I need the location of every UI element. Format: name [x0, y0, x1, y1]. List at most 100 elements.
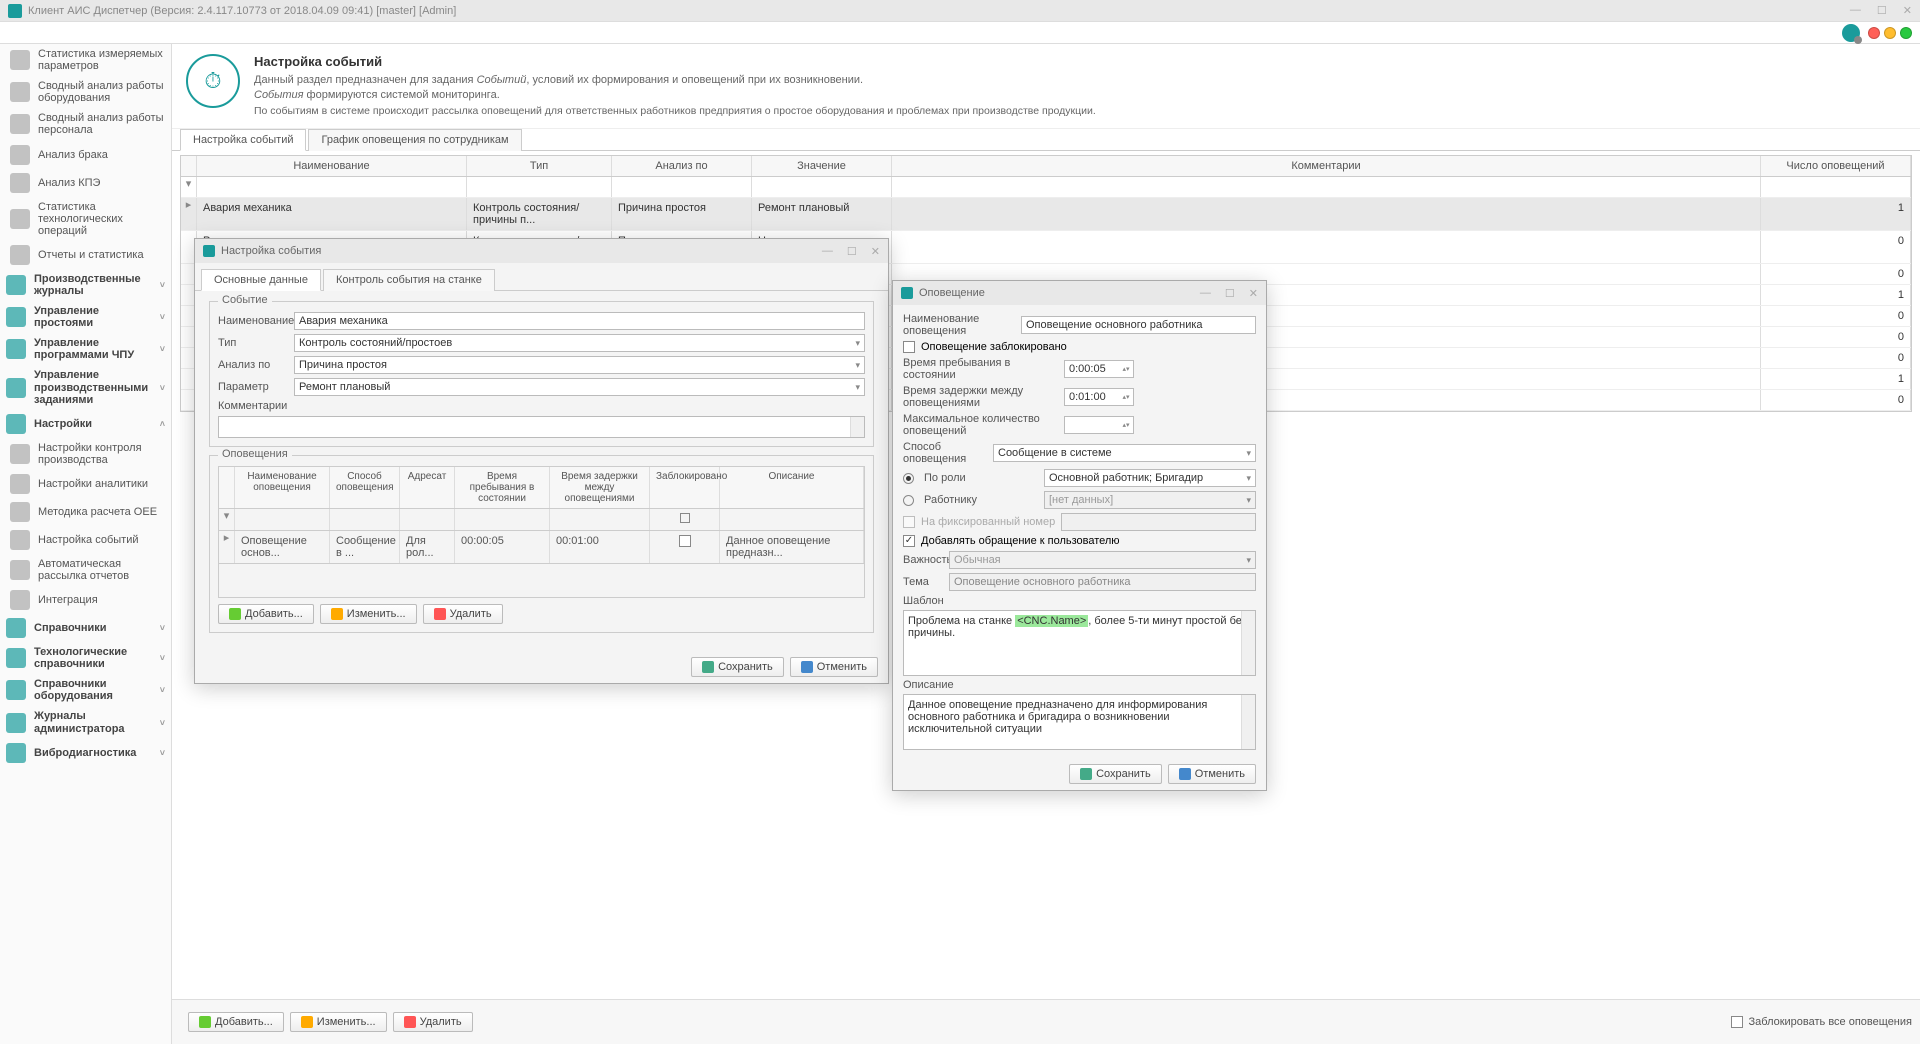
tab-event-settings[interactable]: Настройка событий	[180, 129, 306, 151]
page-footer: Добавить... Изменить... Удалить Заблокир…	[172, 999, 1920, 1044]
notif-template-textarea[interactable]: Проблема на станке <CNC.Name>, более 5-т…	[903, 610, 1256, 676]
sidebar-subitem[interactable]: Автоматическая рассылка отчетов	[0, 554, 171, 586]
dlg-delete-button[interactable]: Удалить	[423, 604, 503, 624]
edit-button[interactable]: Изменить...	[290, 1012, 387, 1032]
chevron-down-icon: ˅	[160, 280, 165, 290]
dlg2-min-icon[interactable]: —	[1200, 287, 1211, 300]
filter-blocked-icon	[680, 513, 690, 523]
page-desc-1: Данный раздел предназначен для задания С…	[254, 73, 1096, 88]
report-icon	[10, 245, 30, 265]
user-icon[interactable]	[1842, 24, 1860, 42]
page-header: ⏱ Настройка событий Данный раздел предна…	[172, 44, 1920, 129]
sidebar-item[interactable]: Статистика технологических операций	[0, 197, 171, 241]
notif-blocked-checkbox[interactable]	[903, 341, 915, 353]
inner-filter-row[interactable]: ▾	[218, 509, 865, 531]
table-row[interactable]: ▸ Авария механика Контроль состояния/при…	[181, 198, 1911, 231]
notif-importance-select: Обычная	[949, 551, 1256, 569]
subitem-icon	[10, 502, 30, 522]
sidebar-item[interactable]: Статистика измеряемых параметров	[0, 44, 171, 76]
notif-appeal-checkbox[interactable]	[903, 535, 915, 547]
x-icon	[404, 1016, 416, 1028]
notif-fixed-input	[1061, 513, 1256, 531]
maximize-icon[interactable]: ☐	[1877, 4, 1887, 17]
row-blocked-checkbox[interactable]	[679, 535, 691, 547]
sidebar-group[interactable]: Справочники оборудования˅	[0, 674, 171, 706]
notif-t1-spinner[interactable]: 0:00:05	[1064, 360, 1134, 378]
group-icon	[6, 275, 26, 295]
sidebar-group[interactable]: Вибродиагностика˅	[0, 739, 171, 767]
notif-max-spinner[interactable]	[1064, 416, 1134, 434]
grid-filter-row[interactable]: ▾	[181, 177, 1911, 198]
event-param-select[interactable]: Ремонт плановый	[294, 378, 865, 396]
dlg-add-button[interactable]: Добавить...	[218, 604, 314, 624]
dlg2-titlebar[interactable]: Оповещение —☐✕	[893, 281, 1266, 305]
notif-worker-radio[interactable]	[903, 495, 914, 506]
chevron-down-icon: ˅	[160, 653, 165, 663]
chevron-down-icon: ˅	[160, 312, 165, 322]
notif-role-select[interactable]: Основной работник; Бригадир	[1044, 469, 1256, 487]
cnc-name-tag: <CNC.Name>	[1015, 615, 1088, 627]
notif-name-input[interactable]	[1021, 316, 1256, 334]
dlg-save-button[interactable]: Сохранить	[691, 657, 784, 677]
minimize-icon[interactable]: —	[1850, 4, 1861, 17]
sidebar-group[interactable]: Настройки˄	[0, 410, 171, 438]
col-name[interactable]: Наименование	[197, 156, 467, 176]
add-button[interactable]: Добавить...	[188, 1012, 284, 1032]
sidebar-subitem[interactable]: Интеграция	[0, 586, 171, 614]
notif-way-select[interactable]: Сообщение в системе	[993, 444, 1256, 462]
sidebar-group[interactable]: Управление простоями˅	[0, 301, 171, 333]
col-comment[interactable]: Комментарии	[892, 156, 1761, 176]
notif-desc-textarea[interactable]: Данное оповещение предназначено для инфо…	[903, 694, 1256, 750]
sidebar-group[interactable]: Производственные журналы˅	[0, 269, 171, 301]
tab-schedule[interactable]: График оповещения по сотрудникам	[308, 129, 521, 151]
sidebar-subitem[interactable]: Методика расчета OEE	[0, 498, 171, 526]
sidebar-subitem[interactable]: Настройка событий	[0, 526, 171, 554]
event-type-select[interactable]: Контроль состояний/простоев	[294, 334, 865, 352]
dlg-tab-control[interactable]: Контроль события на станке	[323, 269, 495, 291]
dlg-cancel-button[interactable]: Отменить	[790, 657, 878, 677]
close-icon[interactable]: ✕	[1903, 4, 1912, 17]
group-icon	[6, 680, 26, 700]
sidebar-group[interactable]: Управление программами ЧПУ˅	[0, 333, 171, 365]
sidebar-group[interactable]: Журналы администратора˅	[0, 706, 171, 738]
top-strip	[0, 22, 1920, 44]
notif-t2-spinner[interactable]: 0:01:00	[1064, 388, 1134, 406]
dlg-max-icon[interactable]: ☐	[847, 245, 857, 258]
dialog-titlebar[interactable]: Настройка события —☐✕	[195, 239, 888, 263]
chevron-down-icon: ˅	[160, 344, 165, 354]
sidebar-item[interactable]: Анализ КПЭ	[0, 169, 171, 197]
col-value[interactable]: Значение	[752, 156, 892, 176]
dlg2-close-icon[interactable]: ✕	[1249, 287, 1258, 300]
sidebar-item[interactable]: Отчеты и статистика	[0, 241, 171, 269]
sidebar-item[interactable]: Сводный анализ работы персонала	[0, 108, 171, 140]
sidebar-item[interactable]: Анализ брака	[0, 141, 171, 169]
event-comment-input[interactable]	[218, 416, 865, 438]
notif-role-radio[interactable]	[903, 473, 914, 484]
sidebar-group[interactable]: Справочники˅	[0, 614, 171, 642]
block-all-checkbox[interactable]	[1731, 1016, 1743, 1028]
inner-grid-row[interactable]: ▸ Оповещение основ... Сообщение в ... Дл…	[218, 531, 865, 564]
dlg-min-icon[interactable]: —	[822, 245, 833, 258]
col-type[interactable]: Тип	[467, 156, 612, 176]
dlg2-max-icon[interactable]: ☐	[1225, 287, 1235, 300]
col-analysis[interactable]: Анализ по	[612, 156, 752, 176]
sidebar-group[interactable]: Технологические справочники˅	[0, 642, 171, 674]
sidebar-group[interactable]: Управление производственными заданиями˅	[0, 365, 171, 409]
dlg2-cancel-button[interactable]: Отменить	[1168, 764, 1256, 784]
dlg-edit-button[interactable]: Изменить...	[320, 604, 417, 624]
sidebar-subitem[interactable]: Настройки аналитики	[0, 470, 171, 498]
sidebar-subitem[interactable]: Настройки контроля производства	[0, 438, 171, 470]
subitem-icon	[10, 530, 30, 550]
subitem-icon	[10, 474, 30, 494]
block-all-label: Заблокировать все оповещения	[1749, 1016, 1913, 1028]
dlg-close-icon[interactable]: ✕	[871, 245, 880, 258]
chevron-down-icon: ˅	[160, 685, 165, 695]
dlg-tab-main[interactable]: Основные данные	[201, 269, 321, 291]
event-name-input[interactable]	[294, 312, 865, 330]
group-icon	[6, 743, 26, 763]
sidebar-item[interactable]: Сводный анализ работы оборудования	[0, 76, 171, 108]
event-analysis-select[interactable]: Причина простоя	[294, 356, 865, 374]
dlg2-save-button[interactable]: Сохранить	[1069, 764, 1162, 784]
delete-button[interactable]: Удалить	[393, 1012, 473, 1032]
col-count[interactable]: Число оповещений	[1761, 156, 1911, 176]
